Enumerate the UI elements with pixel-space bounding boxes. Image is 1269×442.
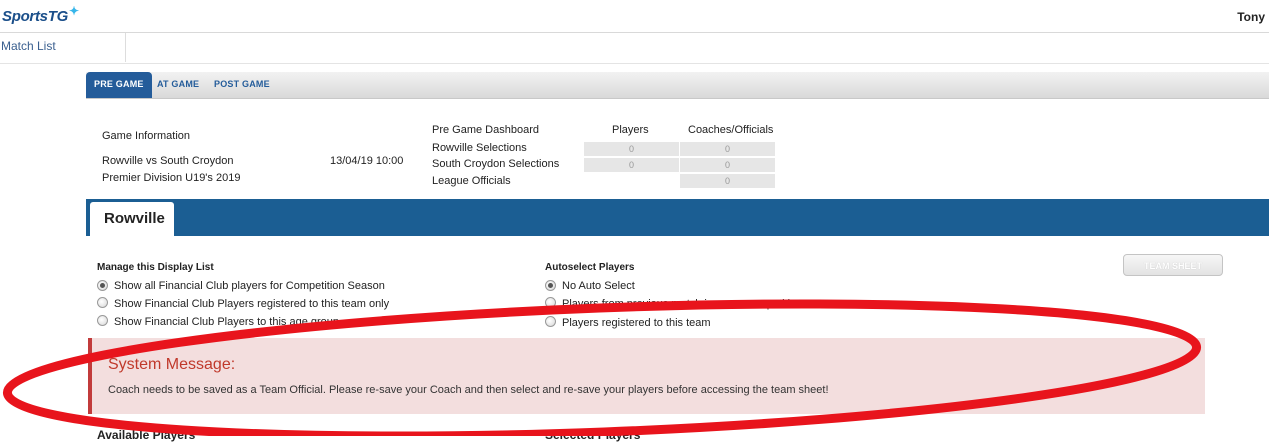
- sportstg-logo[interactable]: SportsTG✦: [2, 4, 79, 25]
- tab-post-game[interactable]: POST GAME: [214, 72, 270, 98]
- tab-team-rowville[interactable]: Rowville: [90, 202, 174, 236]
- dashboard-row-label: South Croydon Selections: [432, 158, 560, 170]
- tab-pre-game[interactable]: PRE GAME: [86, 72, 152, 98]
- dashboard-col-players: Players: [612, 124, 649, 136]
- tab-at-game[interactable]: AT GAME: [157, 72, 199, 98]
- autoselect-radio-previous[interactable]: [545, 297, 556, 308]
- dashboard-row-label: Rowville Selections: [432, 142, 527, 154]
- display-list-heading: Manage this Display List: [97, 262, 214, 273]
- display-radio-all[interactable]: [97, 280, 108, 291]
- available-players-heading: Available Players: [97, 428, 196, 442]
- system-message-title: System Message:: [108, 356, 236, 373]
- selected-players-heading: Selected Players: [545, 428, 641, 442]
- dashboard-players-value: 0: [584, 142, 679, 156]
- autoselect-radio-registered[interactable]: [545, 316, 556, 327]
- logo-star-icon: ✦: [68, 4, 79, 18]
- autoselect-option-label: Players registered to this team: [562, 317, 711, 329]
- game-datetime: 13/04/19 10:00: [330, 155, 404, 167]
- top-bar: SportsTG✦ Tony: [0, 0, 1269, 33]
- autoselect-option-label: Players from previous match in same comp…: [562, 298, 803, 310]
- game-match: Rowville vs South Croydon: [102, 155, 234, 167]
- display-option-label: Show all Financial Club players for Comp…: [114, 280, 385, 292]
- game-tabs: PRE GAME AT GAME POST GAME: [86, 72, 1269, 99]
- dashboard-coaches-value: 0: [680, 158, 775, 172]
- autoselect-radio-none[interactable]: [545, 280, 556, 291]
- game-info-heading: Game Information: [102, 130, 191, 142]
- dashboard-heading: Pre Game Dashboard: [432, 124, 539, 136]
- display-option-label: Show Financial Club Players registered t…: [114, 298, 390, 310]
- dashboard-coaches-value: 0: [680, 174, 775, 188]
- dashboard-coaches-value: 0: [680, 142, 775, 156]
- dashboard-row-label: League Officials: [432, 175, 511, 187]
- nav-bar: Match List: [0, 33, 1269, 64]
- system-message-body: Coach needs to be saved as a Team Offici…: [108, 384, 829, 396]
- dashboard-players-value: 0: [584, 158, 679, 172]
- dashboard-col-coaches: Coaches/Officials: [688, 124, 774, 136]
- autoselect-heading: Autoselect Players: [545, 262, 635, 273]
- game-competition: Premier Division U19's 2019: [102, 172, 241, 184]
- team-tab-bar: [86, 199, 1269, 236]
- team-sheet-button[interactable]: TEAM SHEET: [1123, 254, 1223, 276]
- user-menu[interactable]: Tony: [1237, 10, 1265, 24]
- display-radio-age[interactable]: [97, 315, 108, 326]
- logo-text: SportsTG: [2, 8, 68, 25]
- display-option-label: Show Financial Club Players to this age …: [114, 316, 340, 328]
- display-radio-team[interactable]: [97, 297, 108, 308]
- autoselect-option-label: No Auto Select: [562, 280, 635, 292]
- nav-match-list[interactable]: Match List: [0, 33, 126, 62]
- system-message-alert: System Message: Coach needs to be saved …: [88, 338, 1205, 414]
